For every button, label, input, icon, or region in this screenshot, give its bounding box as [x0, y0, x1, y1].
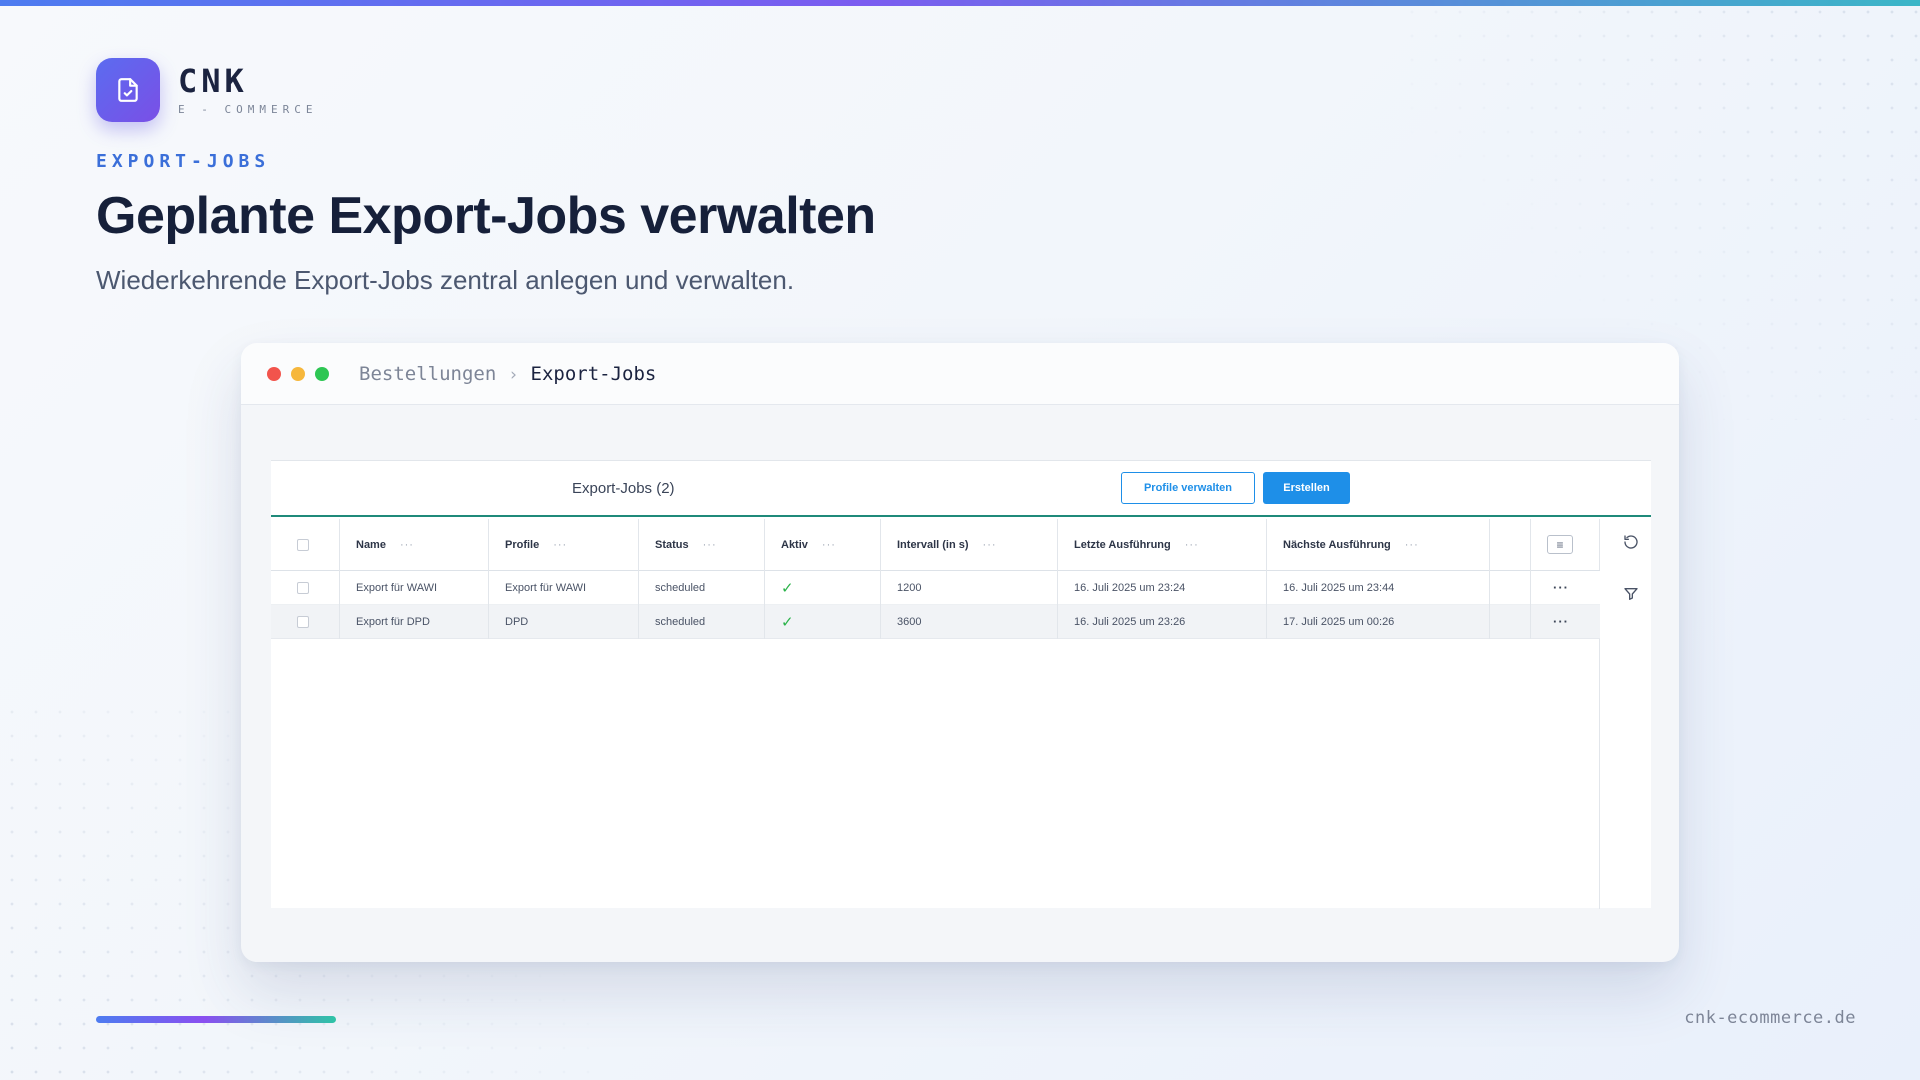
column-menu-icon[interactable]: ··· [553, 539, 567, 551]
breadcrumb: Bestellungen › Export-Jobs [359, 363, 656, 385]
list-icon[interactable]: ≡ [1547, 535, 1573, 554]
cell-status: scheduled [655, 615, 706, 628]
column-header-label: Name [356, 538, 386, 551]
create-button[interactable]: Erstellen [1263, 472, 1350, 504]
cell-profile: Export für WAWI [505, 581, 587, 594]
export-jobs-panel: Export-Jobs (2) Profile verwalten Erstel… [271, 460, 1651, 909]
active-check-icon: ✓ [781, 613, 794, 631]
column-header-profile[interactable]: Profile ··· [505, 519, 567, 570]
select-all-checkbox-cell [297, 519, 309, 570]
manage-profiles-button[interactable]: Profile verwalten [1121, 472, 1255, 504]
select-all-checkbox[interactable] [297, 538, 309, 551]
cell-profile: DPD [505, 615, 529, 628]
footer-domain: cnk-ecommerce.de [1684, 1008, 1856, 1028]
export-jobs-table: Name ··· Profile ··· Status ··· Aktiv ··· In… [271, 519, 1600, 909]
column-divider [339, 519, 340, 639]
column-settings-cell: ≡ [1547, 519, 1573, 570]
app-window: Bestellungen › Export-Jobs Export-Jobs (2)… [241, 343, 1679, 962]
refresh-icon[interactable] [1623, 534, 1639, 555]
breadcrumb-separator-icon: › [508, 365, 519, 385]
cell-status: scheduled [655, 581, 706, 594]
cell-next-run: 16. Juli 2025 um 23:44 [1283, 581, 1395, 594]
column-divider [1489, 519, 1490, 639]
column-header-name[interactable]: Name ··· [356, 519, 414, 570]
column-menu-icon[interactable]: ··· [400, 539, 414, 551]
row-checkbox[interactable] [297, 615, 309, 628]
cell-interval: 1200 [897, 581, 922, 594]
row-checkbox[interactable] [297, 581, 309, 594]
column-menu-icon[interactable]: ··· [1405, 539, 1419, 551]
brand-name: CNK [178, 62, 248, 100]
column-menu-icon[interactable]: ··· [1185, 539, 1199, 551]
column-divider [1530, 519, 1531, 639]
cell-last-run: 16. Juli 2025 um 23:26 [1074, 615, 1186, 628]
row-actions-cell: ··· [1553, 571, 1569, 604]
column-menu-icon[interactable]: ··· [983, 539, 997, 551]
column-header-label: Intervall (in s) [897, 538, 969, 551]
column-header-aktiv[interactable]: Aktiv ··· [781, 519, 836, 570]
table-header-row: Name ··· Profile ··· Status ··· Aktiv ··· In… [271, 519, 1600, 571]
column-header-label: Status [655, 538, 689, 551]
column-divider [1266, 519, 1267, 639]
column-menu-icon[interactable]: ··· [822, 539, 836, 551]
cell-last-run: 16. Juli 2025 um 23:24 [1074, 581, 1186, 594]
column-header-status[interactable]: Status ··· [655, 519, 717, 570]
bottom-accent-bar [96, 1016, 336, 1023]
column-header-interval[interactable]: Intervall (in s) ··· [897, 519, 997, 570]
window-minimize-dot[interactable] [291, 367, 305, 381]
column-divider [638, 519, 639, 639]
column-divider [1057, 519, 1058, 639]
window-titlebar: Bestellungen › Export-Jobs [241, 343, 1679, 405]
hero-subtitle: Wiederkehrende Export-Jobs zentral anleg… [96, 265, 795, 295]
table-row[interactable]: Export für WAWI Export für WAWI schedule… [271, 571, 1600, 605]
column-header-label: Letzte Ausführung [1074, 538, 1171, 551]
panel-title: Export-Jobs (2) [572, 480, 675, 497]
column-divider [764, 519, 765, 639]
document-check-icon [118, 78, 138, 102]
column-divider [880, 519, 881, 639]
table-row[interactable]: Export für DPD DPD scheduled ✓ 3600 16. … [271, 605, 1600, 639]
window-maximize-dot[interactable] [315, 367, 329, 381]
column-header-next-run[interactable]: Nächste Ausführung ··· [1283, 519, 1419, 570]
column-header-last-run[interactable]: Letzte Ausführung ··· [1074, 519, 1199, 570]
row-checkbox-cell [297, 605, 309, 638]
hero-title: Geplante Export-Jobs verwalten [96, 187, 876, 245]
row-actions-icon[interactable]: ··· [1553, 580, 1569, 595]
cell-name: Export für WAWI [356, 581, 438, 594]
window-close-dot[interactable] [267, 367, 281, 381]
panel-header: Export-Jobs (2) Profile verwalten Erstel… [271, 461, 1651, 517]
column-divider [488, 519, 489, 639]
brand-logo [96, 58, 160, 122]
hero-eyebrow: EXPORT-JOBS [96, 151, 271, 172]
row-checkbox-cell [297, 571, 309, 604]
breadcrumb-item-export-jobs: Export-Jobs [530, 363, 657, 385]
column-menu-icon[interactable]: ··· [703, 539, 717, 551]
cell-next-run: 17. Juli 2025 um 00:26 [1283, 615, 1395, 628]
filter-icon[interactable] [1623, 586, 1639, 607]
active-check-icon: ✓ [781, 579, 794, 597]
column-header-label: Aktiv [781, 538, 808, 551]
breadcrumb-item-bestellungen[interactable]: Bestellungen [359, 363, 496, 385]
cell-interval: 3600 [897, 615, 922, 628]
row-actions-cell: ··· [1553, 605, 1569, 638]
brand-tagline: E - COMMERCE [178, 103, 318, 116]
cell-name: Export für DPD [356, 615, 430, 628]
row-actions-icon[interactable]: ··· [1553, 614, 1569, 629]
column-header-label: Nächste Ausführung [1283, 538, 1391, 551]
column-header-label: Profile [505, 538, 540, 551]
